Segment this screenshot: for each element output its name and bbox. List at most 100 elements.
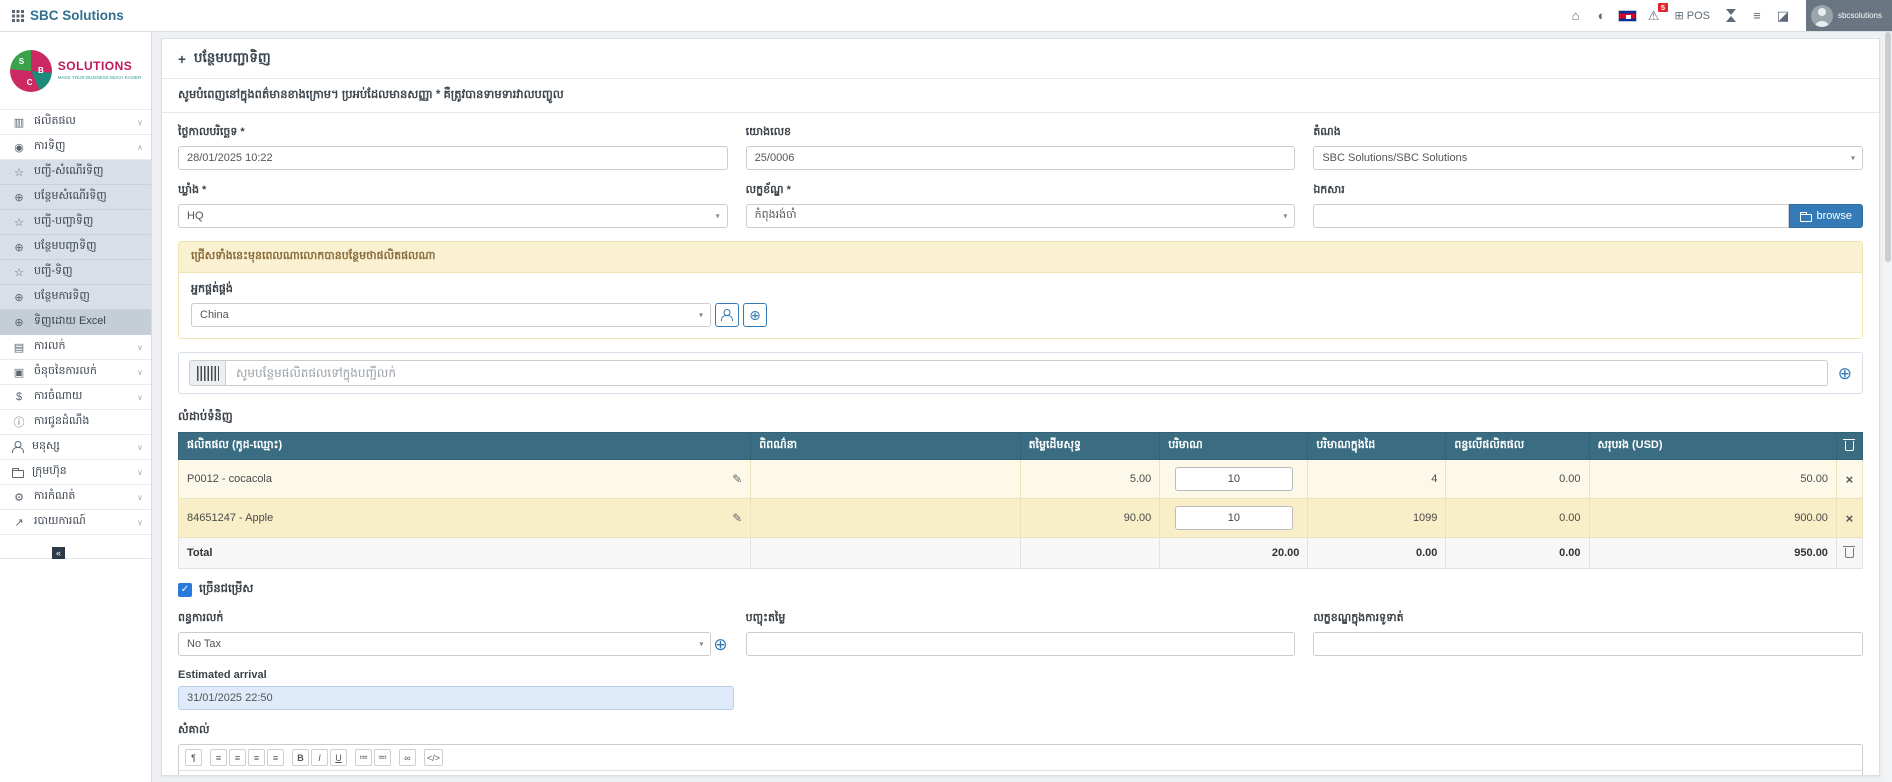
browse-button[interactable]: browse <box>1789 204 1863 228</box>
col-in-hand: បរិមាណក្នុងដៃ <box>1308 433 1446 460</box>
chart-icon: ↗ <box>12 516 26 529</box>
page-subtitle: សូមបំពេញនៅក្នុងពត៌មានខាងក្រោម។ ប្រអប់ដែល… <box>162 79 1879 113</box>
sidebar-item-purchase-by-excel[interactable]: ⊕ទិញដោយ Excel <box>0 310 151 335</box>
display-contrast-icon[interactable]: ◐ <box>1589 0 1615 31</box>
add-supplier-button[interactable]: ⊕ <box>743 303 767 327</box>
sidebar-item-products[interactable]: ▥ផលិតផល∨ <box>0 110 151 135</box>
cost-cell: 90.00 <box>1020 499 1160 538</box>
align-left-icon[interactable]: ≡ <box>210 749 227 766</box>
discount-label: បញ្ចុះតម្លៃ <box>746 611 1296 627</box>
alerts-warning-icon[interactable]: ⚠5 <box>1641 0 1667 31</box>
note-input[interactable] <box>179 771 1862 776</box>
cost-cell: 5.00 <box>1020 460 1160 499</box>
sidebar-item-purchases[interactable]: ◉ការទិញ∧ <box>0 135 151 160</box>
sidebar: S B C SOLUTIONS MAKE YOUR BUSINESS MUCH … <box>0 32 152 782</box>
order-tax-select[interactable]: No Tax <box>178 632 711 656</box>
brand[interactable]: SBC Solutions <box>12 8 124 23</box>
table-row: 84651247 - Apple✎ 90.00 1099 0.00 900.00… <box>179 499 1863 538</box>
sidebar-item-add-purchase-order[interactable]: ⊕បន្ថែមបញ្ជាទិញ <box>0 235 151 260</box>
plus-icon: + <box>178 52 186 67</box>
supplier-select[interactable]: China <box>191 303 711 327</box>
link-icon[interactable]: ∞ <box>399 749 416 766</box>
status-select[interactable]: កំពុងរង់ចាំ <box>746 204 1296 228</box>
reference-input[interactable] <box>746 146 1296 170</box>
editor-toolbar: ¶ ≡ ≡ ≡ ≡ B I U ≔ ≕ ∞ <box>179 745 1862 771</box>
plus-circle-icon: ⊕ <box>12 316 26 329</box>
total-subtotal: 950.00 <box>1589 538 1836 569</box>
sidebar-item-add-purchase[interactable]: ⊕បន្ថែមការទិញ <box>0 285 151 310</box>
plus-circle-icon: ⊕ <box>12 291 26 304</box>
align-right-icon[interactable]: ≡ <box>248 749 265 766</box>
align-center-icon[interactable]: ≡ <box>229 749 246 766</box>
sidebar-item-settings[interactable]: ⚙ការកំណត់∨ <box>0 485 151 510</box>
sidebar-item-pos[interactable]: ▣ចំនុចនៃការលក់∨ <box>0 360 151 385</box>
document-file-input[interactable] <box>1313 204 1788 228</box>
sidebar-item-company[interactable]: ក្រុមហ៊ុន∨ <box>0 460 151 485</box>
add-product-button[interactable]: ⊕ <box>1838 365 1852 382</box>
more-options-checkbox[interactable]: ✓ <box>178 583 192 597</box>
estimated-arrival-input[interactable] <box>178 686 734 710</box>
quantity-input[interactable] <box>1175 467 1293 491</box>
bold-icon[interactable]: B <box>292 749 309 766</box>
sidebar-item-add-purchase-request[interactable]: ⊕បន្ថែមសំណើរទិញ <box>0 185 151 210</box>
supplier-alert: ជ្រើសទាំងនេះមុនពេលណាលោកបានបន្ថែមថាផលិតផល… <box>179 242 1862 273</box>
clear-all-trash-icon[interactable] <box>1845 548 1854 558</box>
italic-icon[interactable]: I <box>311 749 328 766</box>
scrollbar-thumb[interactable] <box>1885 32 1891 262</box>
edit-icon[interactable]: ✎ <box>732 511 742 525</box>
remove-row-button[interactable]: × <box>1845 511 1854 526</box>
note-label: សំគាល់ <box>178 723 1863 739</box>
sidebar-item-purchase-order-list[interactable]: ☆បញ្ជី-បញ្ជាទិញ <box>0 210 151 235</box>
username-label: sbcsolutions <box>1838 11 1882 20</box>
user-menu[interactable]: sbcsolutions <box>1806 0 1892 31</box>
tax-cell: 0.00 <box>1446 499 1589 538</box>
pos-shortcut[interactable]: ⊞ POS <box>1667 0 1718 31</box>
product-search-input[interactable] <box>225 360 1828 386</box>
quantity-input[interactable] <box>1175 506 1293 530</box>
home-icon[interactable]: ⌂ <box>1563 0 1589 31</box>
sidebar-item-purchase-request-list[interactable]: ☆បញ្ជី-សំណើរទិញ <box>0 160 151 185</box>
people-icon <box>12 441 24 453</box>
underline-icon[interactable]: U <box>330 749 347 766</box>
sidebar-item-expenses[interactable]: $ការចំណាយ∨ <box>0 385 151 410</box>
register-list-icon[interactable]: ≡ <box>1744 0 1770 31</box>
view-supplier-button[interactable] <box>715 303 739 327</box>
unordered-list-icon[interactable]: ≔ <box>355 749 372 766</box>
discount-input[interactable] <box>746 632 1296 656</box>
company-logo[interactable]: S B C SOLUTIONS MAKE YOUR BUSINESS MUCH … <box>0 32 151 110</box>
clean-cache-icon[interactable]: ◪ <box>1770 0 1796 31</box>
align-justify-icon[interactable]: ≡ <box>267 749 284 766</box>
ordered-list-icon[interactable]: ≕ <box>374 749 391 766</box>
sidebar-collapse-button[interactable]: « <box>52 547 65 559</box>
language-flag-cambodia[interactable] <box>1615 0 1641 31</box>
table-row: P0012 - cocacola✎ 5.00 4 0.00 50.00 × <box>179 460 1863 499</box>
chevron-down-icon: ∨ <box>137 343 143 352</box>
info-icon: ⓘ <box>12 414 26 430</box>
sidebar-item-sales[interactable]: ▤ការលក់∨ <box>0 335 151 360</box>
card-icon: ▤ <box>12 341 26 354</box>
sidebar-item-people[interactable]: មនុស្ស∨ <box>0 435 151 460</box>
warehouse-select[interactable]: HQ <box>178 204 728 228</box>
code-view-icon[interactable]: </> <box>424 749 443 766</box>
add-tax-button[interactable]: ⊕ <box>713 636 727 653</box>
supplier-panel: ជ្រើសទាំងនេះមុនពេលណាលោកបានបន្ថែមថាផលិតផល… <box>178 241 1863 339</box>
sidebar-item-reports[interactable]: ↗របាយការណ៍∨ <box>0 510 151 535</box>
sidebar-collapse-row: « <box>0 545 151 559</box>
biller-select[interactable]: SBC Solutions/SBC Solutions <box>1313 146 1863 170</box>
remove-row-button[interactable]: × <box>1845 472 1854 487</box>
page-scrollbar[interactable] <box>1884 32 1892 782</box>
total-tax: 0.00 <box>1446 538 1589 569</box>
sidebar-item-purchase-list[interactable]: ☆បញ្ជី-ទិញ <box>0 260 151 285</box>
subtotal-cell: 50.00 <box>1589 460 1836 499</box>
page-title: + បន្ថែមបញ្ជាទិញ <box>162 39 1879 79</box>
document-label: ឯកសារ <box>1313 183 1863 199</box>
description-cell <box>751 499 1020 538</box>
paragraph-format-icon[interactable]: ¶ <box>185 749 202 766</box>
sidebar-item-notifications[interactable]: ⓘការជូនដំណឹង <box>0 410 151 435</box>
edit-icon[interactable]: ✎ <box>732 472 742 486</box>
person-icon <box>721 309 733 321</box>
table-total-row: Total 20.00 0.00 0.00 950.00 <box>179 538 1863 569</box>
hourglass-pending-icon[interactable] <box>1718 0 1744 31</box>
payment-term-input[interactable] <box>1313 632 1863 656</box>
date-input[interactable] <box>178 146 728 170</box>
